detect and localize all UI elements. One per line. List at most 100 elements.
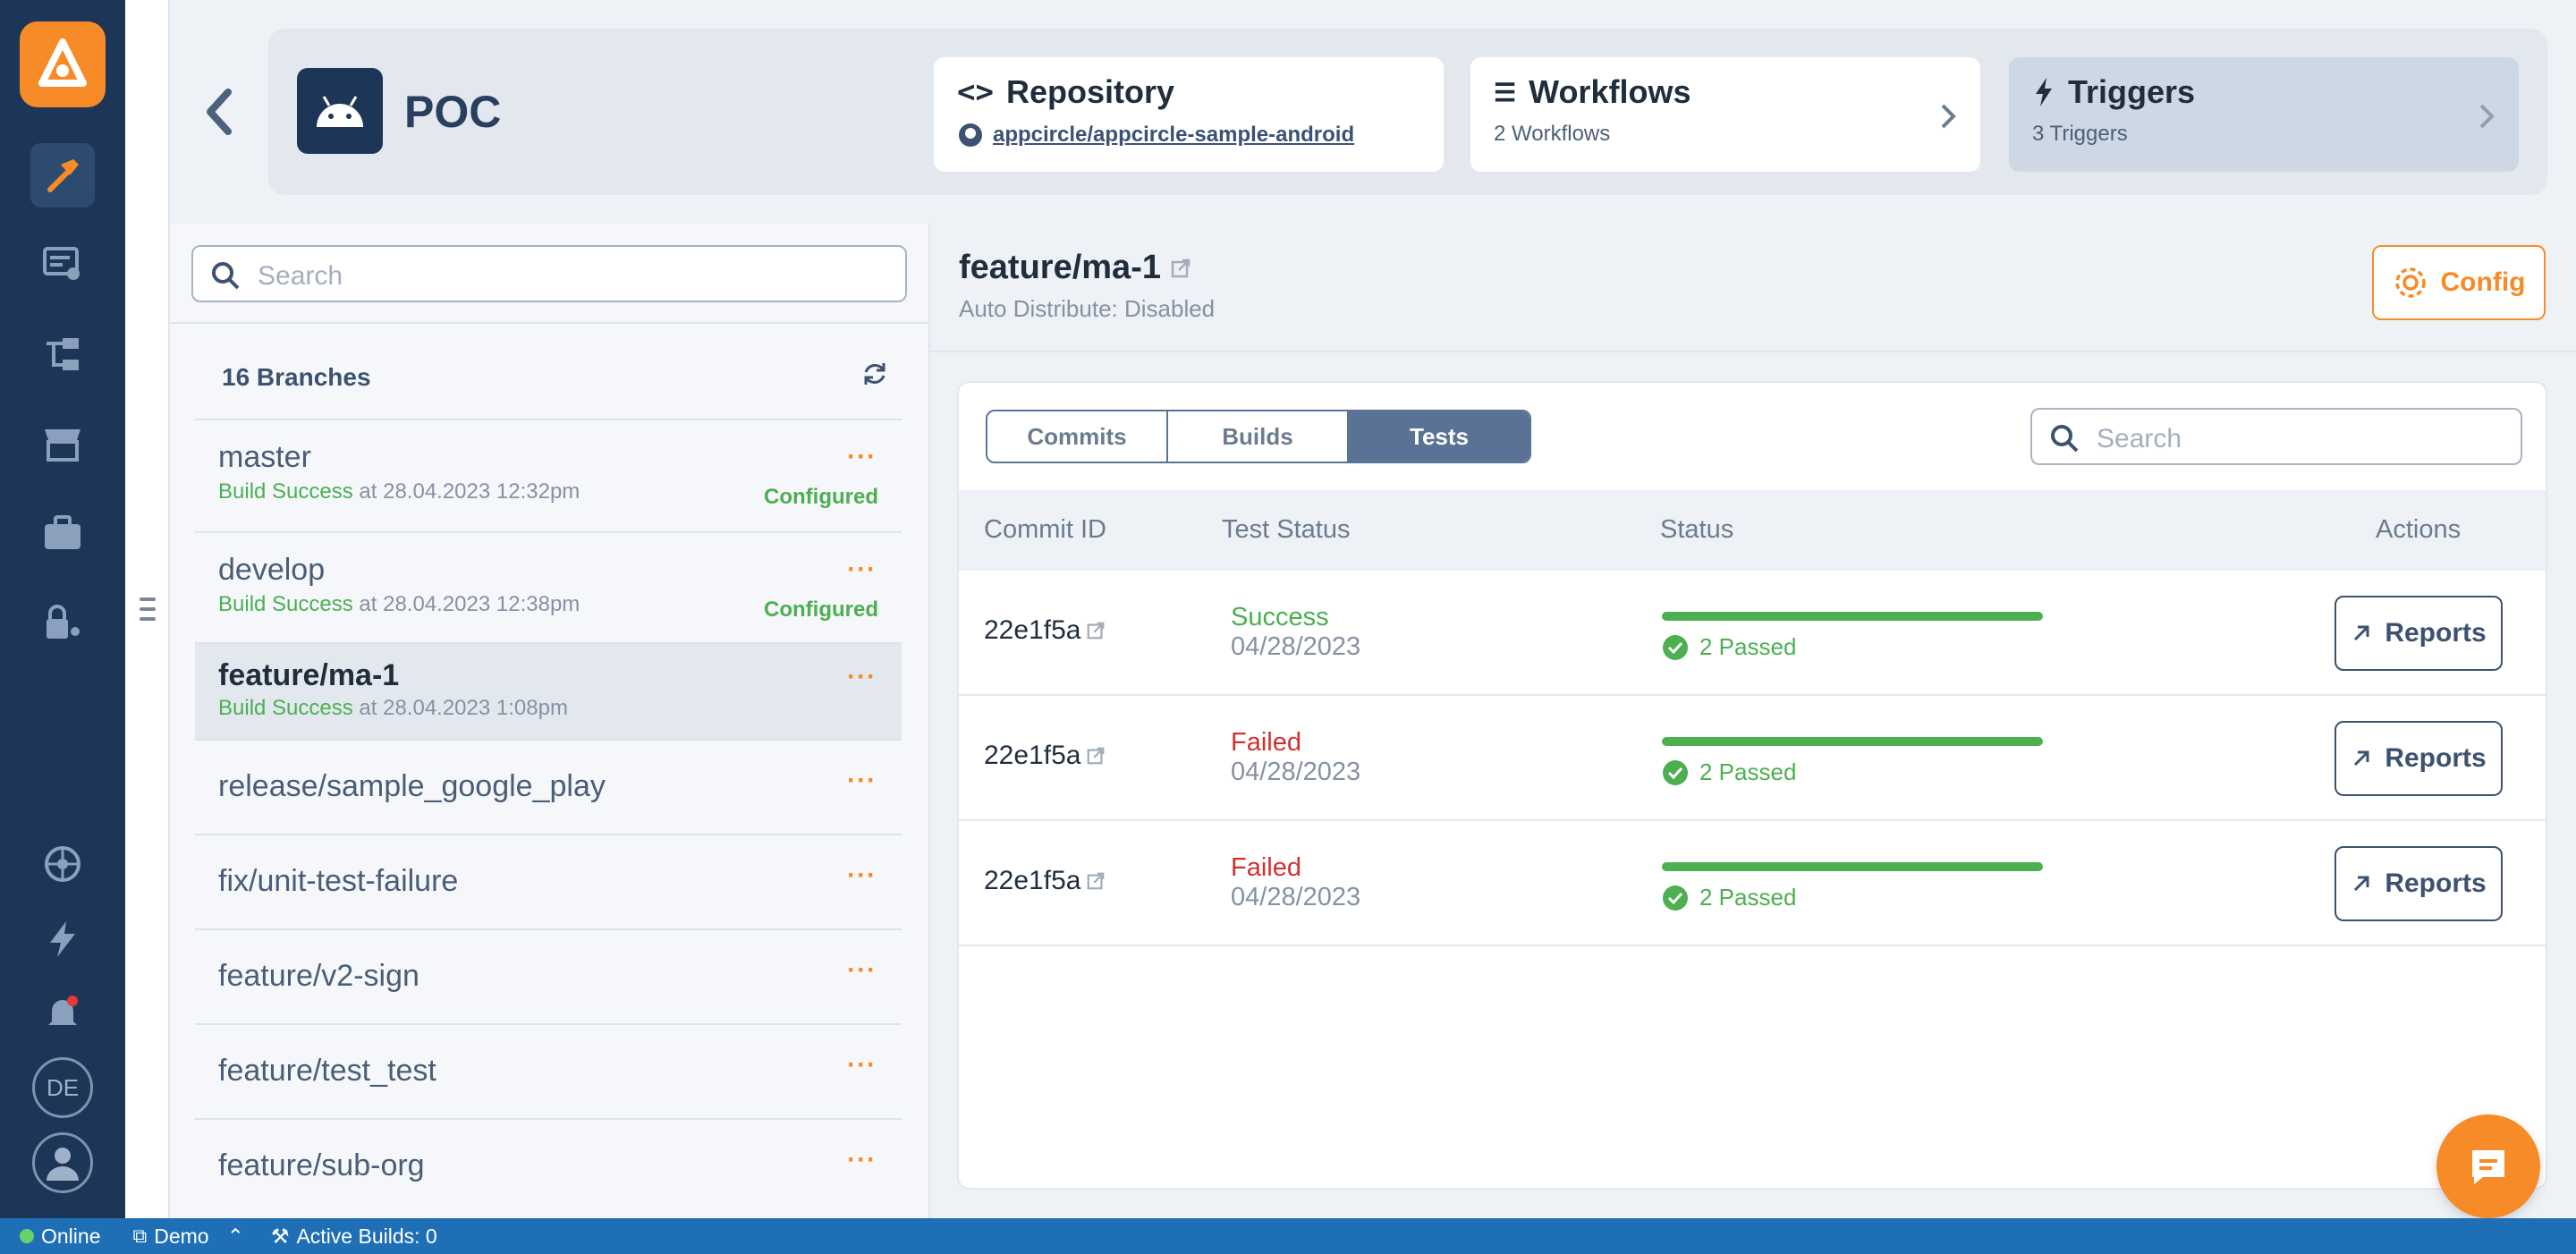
briefcase-icon	[45, 515, 80, 549]
appcircle-logo[interactable]	[20, 21, 106, 107]
repository-card[interactable]: <> Repository appcircle/appcircle-sample…	[934, 57, 1444, 172]
nav-integrations[interactable]	[30, 832, 95, 896]
branch-item-fix-unit-test-failure[interactable]: fix/unit-test-failure ···	[195, 834, 902, 928]
more-options-icon[interactable]: ···	[847, 442, 877, 472]
chat-button[interactable]	[2436, 1114, 2540, 1218]
branch-name: feature/sub-org	[218, 1148, 425, 1182]
active-builds[interactable]: ⚒ Active Builds: 0	[271, 1224, 437, 1249]
tests-search[interactable]: Search	[2030, 408, 2522, 465]
android-icon	[317, 96, 363, 127]
chevron-right-icon	[1941, 104, 1956, 129]
config-button[interactable]: Config	[2372, 245, 2546, 320]
branch-name: feature/ma-1	[218, 658, 400, 692]
test-status: Failed	[1231, 728, 1301, 757]
reports-label: Reports	[2385, 868, 2487, 898]
repository-link[interactable]: appcircle/appcircle-sample-android	[993, 123, 1354, 148]
profile-icon[interactable]	[32, 1132, 93, 1193]
more-options-icon[interactable]: ···	[847, 555, 877, 585]
workflows-card[interactable]: ☰ Workflows 2 Workflows	[1470, 57, 1980, 172]
reports-label: Reports	[2385, 743, 2487, 773]
nav-notifications[interactable]	[30, 980, 95, 1045]
nav-store[interactable]	[30, 411, 95, 476]
tests-card: Commits Builds Tests Search Commit ID Te…	[957, 381, 2547, 1190]
tests-search-input[interactable]: Search	[2097, 424, 2182, 454]
org-switcher[interactable]: ⧉ Demo ⌃	[132, 1224, 243, 1249]
branch-item-feature-test-test[interactable]: feature/test_test ···	[195, 1023, 902, 1118]
branch-item-master[interactable]: master Build Success at 28.04.2023 12:32…	[195, 419, 902, 531]
nav-build[interactable]	[30, 143, 95, 208]
passed-count: 2 Passed	[1699, 884, 1797, 911]
lightning-icon	[2036, 78, 2052, 106]
more-options-icon[interactable]: ···	[847, 662, 877, 692]
hammer-icon	[47, 159, 79, 192]
table-row: 22e1f5a Failed 04/28/2023 2 Passed Repor…	[959, 696, 2546, 821]
nav-testing[interactable]	[30, 322, 95, 386]
external-link-icon[interactable]	[1170, 258, 1191, 279]
branch-item-feature-ma-1[interactable]: feature/ma-1 Build Success at 28.04.2023…	[195, 642, 902, 739]
external-link-icon[interactable]	[1086, 871, 1106, 891]
build-status: Build Success	[218, 696, 353, 720]
lightning-icon	[50, 921, 75, 957]
branch-name: feature/test_test	[218, 1054, 436, 1088]
repository-title: Repository	[1005, 73, 1174, 110]
progress-bar	[1662, 612, 2043, 621]
resize-handle[interactable]	[140, 597, 156, 627]
online-indicator-icon	[20, 1229, 34, 1243]
chevron-right-icon	[2479, 104, 2495, 129]
branch-item-release-sample-google-play[interactable]: release/sample_google_play ···	[195, 739, 902, 834]
check-circle-icon	[1663, 759, 1688, 785]
table-row: 22e1f5a Failed 04/28/2023 2 Passed Repor…	[959, 821, 2546, 946]
tab-tests[interactable]: Tests	[1349, 411, 1530, 462]
more-options-icon[interactable]: ···	[847, 766, 877, 796]
logo-icon	[38, 38, 87, 87]
flow-icon	[47, 338, 79, 370]
build-status: Build Success	[218, 592, 353, 616]
external-link-icon[interactable]	[1086, 746, 1106, 766]
reports-button[interactable]: Reports	[2334, 721, 2503, 796]
test-status: Failed	[1231, 853, 1301, 882]
more-options-icon[interactable]: ···	[847, 1050, 877, 1080]
branch-title: feature/ma-1	[959, 249, 1161, 286]
tab-commits[interactable]: Commits	[987, 411, 1168, 462]
reports-button[interactable]: Reports	[2334, 596, 2503, 671]
tests-table-header: Commit ID Test Status Status Actions	[959, 490, 2546, 571]
store-icon	[45, 429, 80, 462]
more-options-icon[interactable]: ···	[847, 955, 877, 986]
check-circle-icon	[1663, 885, 1688, 911]
branch-name: develop	[218, 553, 326, 587]
branch-item-develop[interactable]: develop Build Success at 28.04.2023 12:3…	[195, 531, 902, 642]
col-actions: Actions	[2376, 515, 2462, 544]
check-circle-icon	[1663, 634, 1688, 660]
back-button[interactable]	[201, 85, 237, 143]
reports-button[interactable]: Reports	[2334, 846, 2503, 921]
tab-builds[interactable]: Builds	[1168, 411, 1349, 462]
nav-distribute[interactable]	[30, 233, 95, 297]
branch-item-feature-sub-org[interactable]: feature/sub-org ···	[195, 1118, 902, 1213]
refresh-icon[interactable]	[860, 360, 889, 388]
search-icon	[2051, 425, 2079, 453]
nav-enterprise[interactable]	[30, 501, 95, 565]
arrow-up-right-icon	[2354, 625, 2369, 641]
workflows-title: Workflows	[1529, 73, 1691, 110]
user-initials-avatar[interactable]: DE	[32, 1057, 93, 1118]
active-builds-label: Active Builds: 0	[296, 1224, 437, 1248]
triggers-count: 3 Triggers	[2032, 122, 2128, 146]
status-bar: Online ⧉ Demo ⌃ ⚒ Active Builds: 0	[0, 1218, 2576, 1254]
org-name: Demo	[154, 1224, 209, 1248]
nav-triggers[interactable]	[30, 907, 95, 971]
passed-count: 2 Passed	[1699, 633, 1797, 660]
more-options-icon[interactable]: ···	[847, 860, 877, 891]
hammer-icon: ⚒	[270, 1224, 290, 1248]
distribute-icon	[43, 247, 80, 280]
more-options-icon[interactable]: ···	[847, 1145, 877, 1175]
triggers-card[interactable]: Triggers 3 Triggers	[2009, 57, 2519, 172]
external-link-icon[interactable]	[1086, 621, 1106, 640]
branch-search[interactable]: Search	[191, 245, 907, 302]
branch-item-feature-v2-sign[interactable]: feature/v2-sign ···	[195, 928, 902, 1023]
test-date: 04/28/2023	[1231, 883, 1361, 911]
bell-icon	[48, 996, 78, 1025]
person-icon	[47, 1148, 79, 1181]
panel-gutter	[125, 0, 170, 1218]
nav-signing[interactable]	[30, 590, 95, 655]
branch-search-input[interactable]: Search	[258, 261, 343, 292]
